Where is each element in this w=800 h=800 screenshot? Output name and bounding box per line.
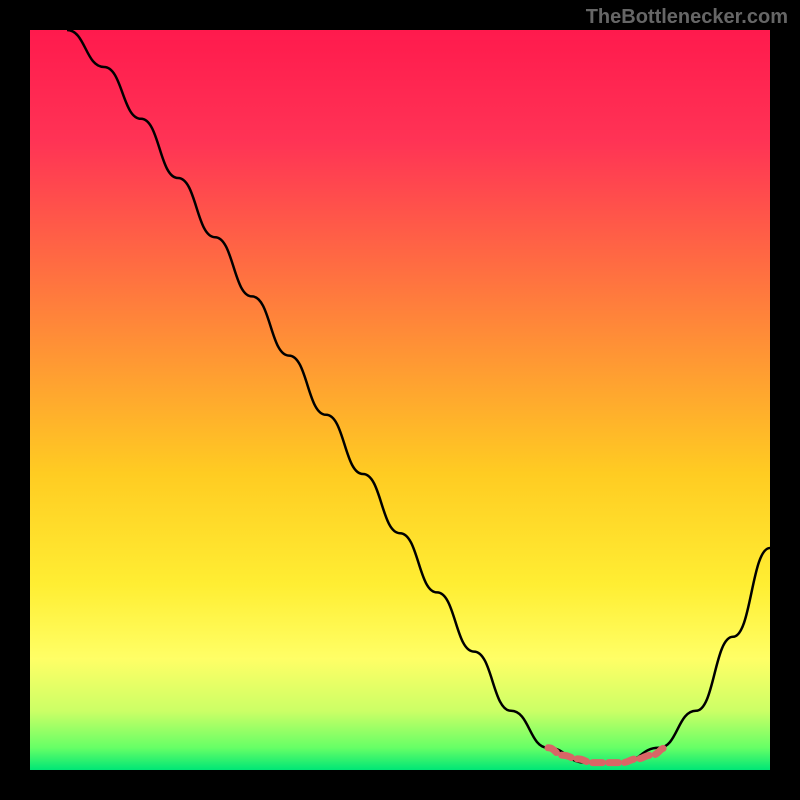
curve-overlay — [30, 30, 770, 770]
watermark-text: TheBottlenecker.com — [586, 6, 788, 29]
chart-container — [30, 30, 770, 770]
bottleneck-curve-line — [67, 30, 770, 763]
